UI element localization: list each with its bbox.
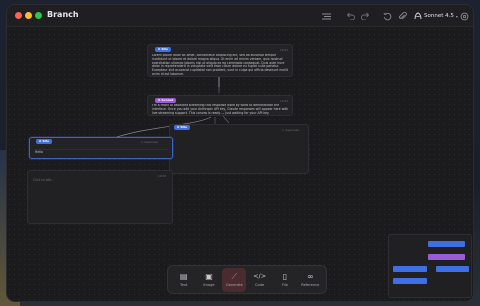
attach-icon[interactable] xyxy=(396,10,408,22)
file-tool-button[interactable]: ▯ File xyxy=(273,268,297,292)
text-icon: ▤ xyxy=(179,272,188,281)
anthropic-icon xyxy=(414,12,422,20)
history-icon[interactable] xyxy=(381,10,393,22)
node-badge: A Sonnet xyxy=(155,98,177,103)
node-text: I'm a mock AI assistant streaming this r… xyxy=(152,104,289,115)
settings-icon[interactable] xyxy=(458,10,470,22)
minimize-window-button[interactable] xyxy=(25,12,32,19)
tool-label: Image xyxy=(203,283,215,287)
minimap-node xyxy=(436,266,469,272)
node-text: Lorem ipsum dolor sit amet, consectetur … xyxy=(152,54,288,76)
message-node-branch-left[interactable]: A Site 1 responses Hello xyxy=(29,137,173,159)
node-text: Hello xyxy=(35,150,43,154)
message-node-empty[interactable]: 12:03 Click to edit... xyxy=(27,170,173,224)
tool-label: Text xyxy=(180,283,188,287)
message-node-root[interactable]: A Site 12:01 Lorem ipsum dolor sit amet,… xyxy=(147,44,293,77)
reference-tool-button[interactable]: ∞ Reference xyxy=(298,268,322,292)
node-badge: A Site xyxy=(174,125,191,130)
tool-label: File xyxy=(281,283,288,287)
redo-icon[interactable] xyxy=(359,10,371,22)
zoom-window-button[interactable] xyxy=(35,12,42,19)
minimap-node xyxy=(393,266,427,272)
node-placeholder: Click to edit... xyxy=(33,178,55,182)
text-tool-button[interactable]: ▤ Text xyxy=(172,268,196,292)
title-bar: Branch Sonnet 4.5 ▾ xyxy=(7,5,473,27)
node-badge: A Site xyxy=(36,139,53,144)
node-divider xyxy=(34,149,168,150)
node-response-count: 1 responses xyxy=(141,140,158,144)
minimap[interactable] xyxy=(388,234,472,298)
model-label: Sonnet 4.5 xyxy=(424,13,454,19)
minimap-node xyxy=(393,278,427,284)
minimap-node xyxy=(428,241,465,247)
file-icon: ▯ xyxy=(282,272,288,281)
message-node-branch-right[interactable]: A Site 1 responses xyxy=(169,124,309,174)
node-timestamp: 12:02 xyxy=(279,99,288,103)
app-window: Branch Sonnet 4.5 ▾ A Site 12:01 Lorem i… xyxy=(6,4,474,302)
bottom-toolbar: ▤ Text ▣ Image ⟋ Generate </> Code ▯ Fil… xyxy=(167,265,327,294)
list-icon[interactable] xyxy=(320,10,332,22)
code-tool-button[interactable]: </> Code xyxy=(248,268,272,292)
model-selector[interactable]: Sonnet 4.5 ▾ xyxy=(414,11,458,21)
node-badge: A Site xyxy=(155,47,172,52)
tool-label: Reference xyxy=(301,283,320,287)
node-timestamp: 12:01 xyxy=(279,48,288,52)
node-response-count: 1 responses xyxy=(282,128,299,132)
generate-tool-button[interactable]: ⟋ Generate xyxy=(222,267,247,292)
undo-icon[interactable] xyxy=(344,10,356,22)
node-timestamp: 12:03 xyxy=(157,174,166,178)
generate-icon: ⟋ xyxy=(231,272,238,281)
tool-label: Code xyxy=(255,283,265,287)
tool-label: Generate xyxy=(225,283,243,287)
node-canvas[interactable]: A Site 12:01 Lorem ipsum dolor sit amet,… xyxy=(7,27,473,301)
window-title: Branch xyxy=(47,10,79,19)
close-window-button[interactable] xyxy=(15,12,22,19)
minimap-node xyxy=(428,254,465,260)
link-icon: ∞ xyxy=(306,272,314,281)
message-node-response[interactable]: A Sonnet 12:02 I'm a mock AI assistant s… xyxy=(147,95,293,116)
image-tool-button[interactable]: ▣ Image xyxy=(197,268,221,292)
code-icon: </> xyxy=(253,272,267,280)
image-icon: ▣ xyxy=(205,272,213,281)
